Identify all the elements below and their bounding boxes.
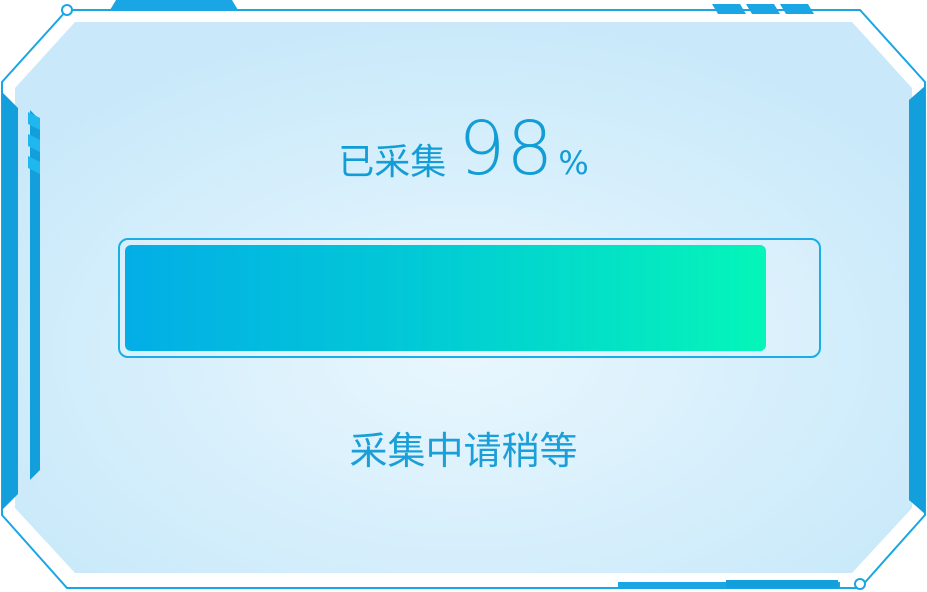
collected-label: 已采集 [338,142,447,183]
top-right-tick-3 [780,4,814,14]
progress-bar [118,238,821,358]
progress-title: 已采集 98 % [0,112,927,186]
top-left-tab [110,0,238,10]
bottom-right-ring [854,578,866,590]
status-message: 采集中请稍等 [349,429,578,473]
top-right-tick-2 [746,4,780,14]
progress-bar-fill [125,245,766,351]
top-right-tick-1 [712,4,746,14]
top-left-ring [61,4,73,16]
percent-unit: % [558,144,589,182]
percent-value: 98 [458,106,555,192]
bottom-accent-bar-dark [726,580,838,588]
